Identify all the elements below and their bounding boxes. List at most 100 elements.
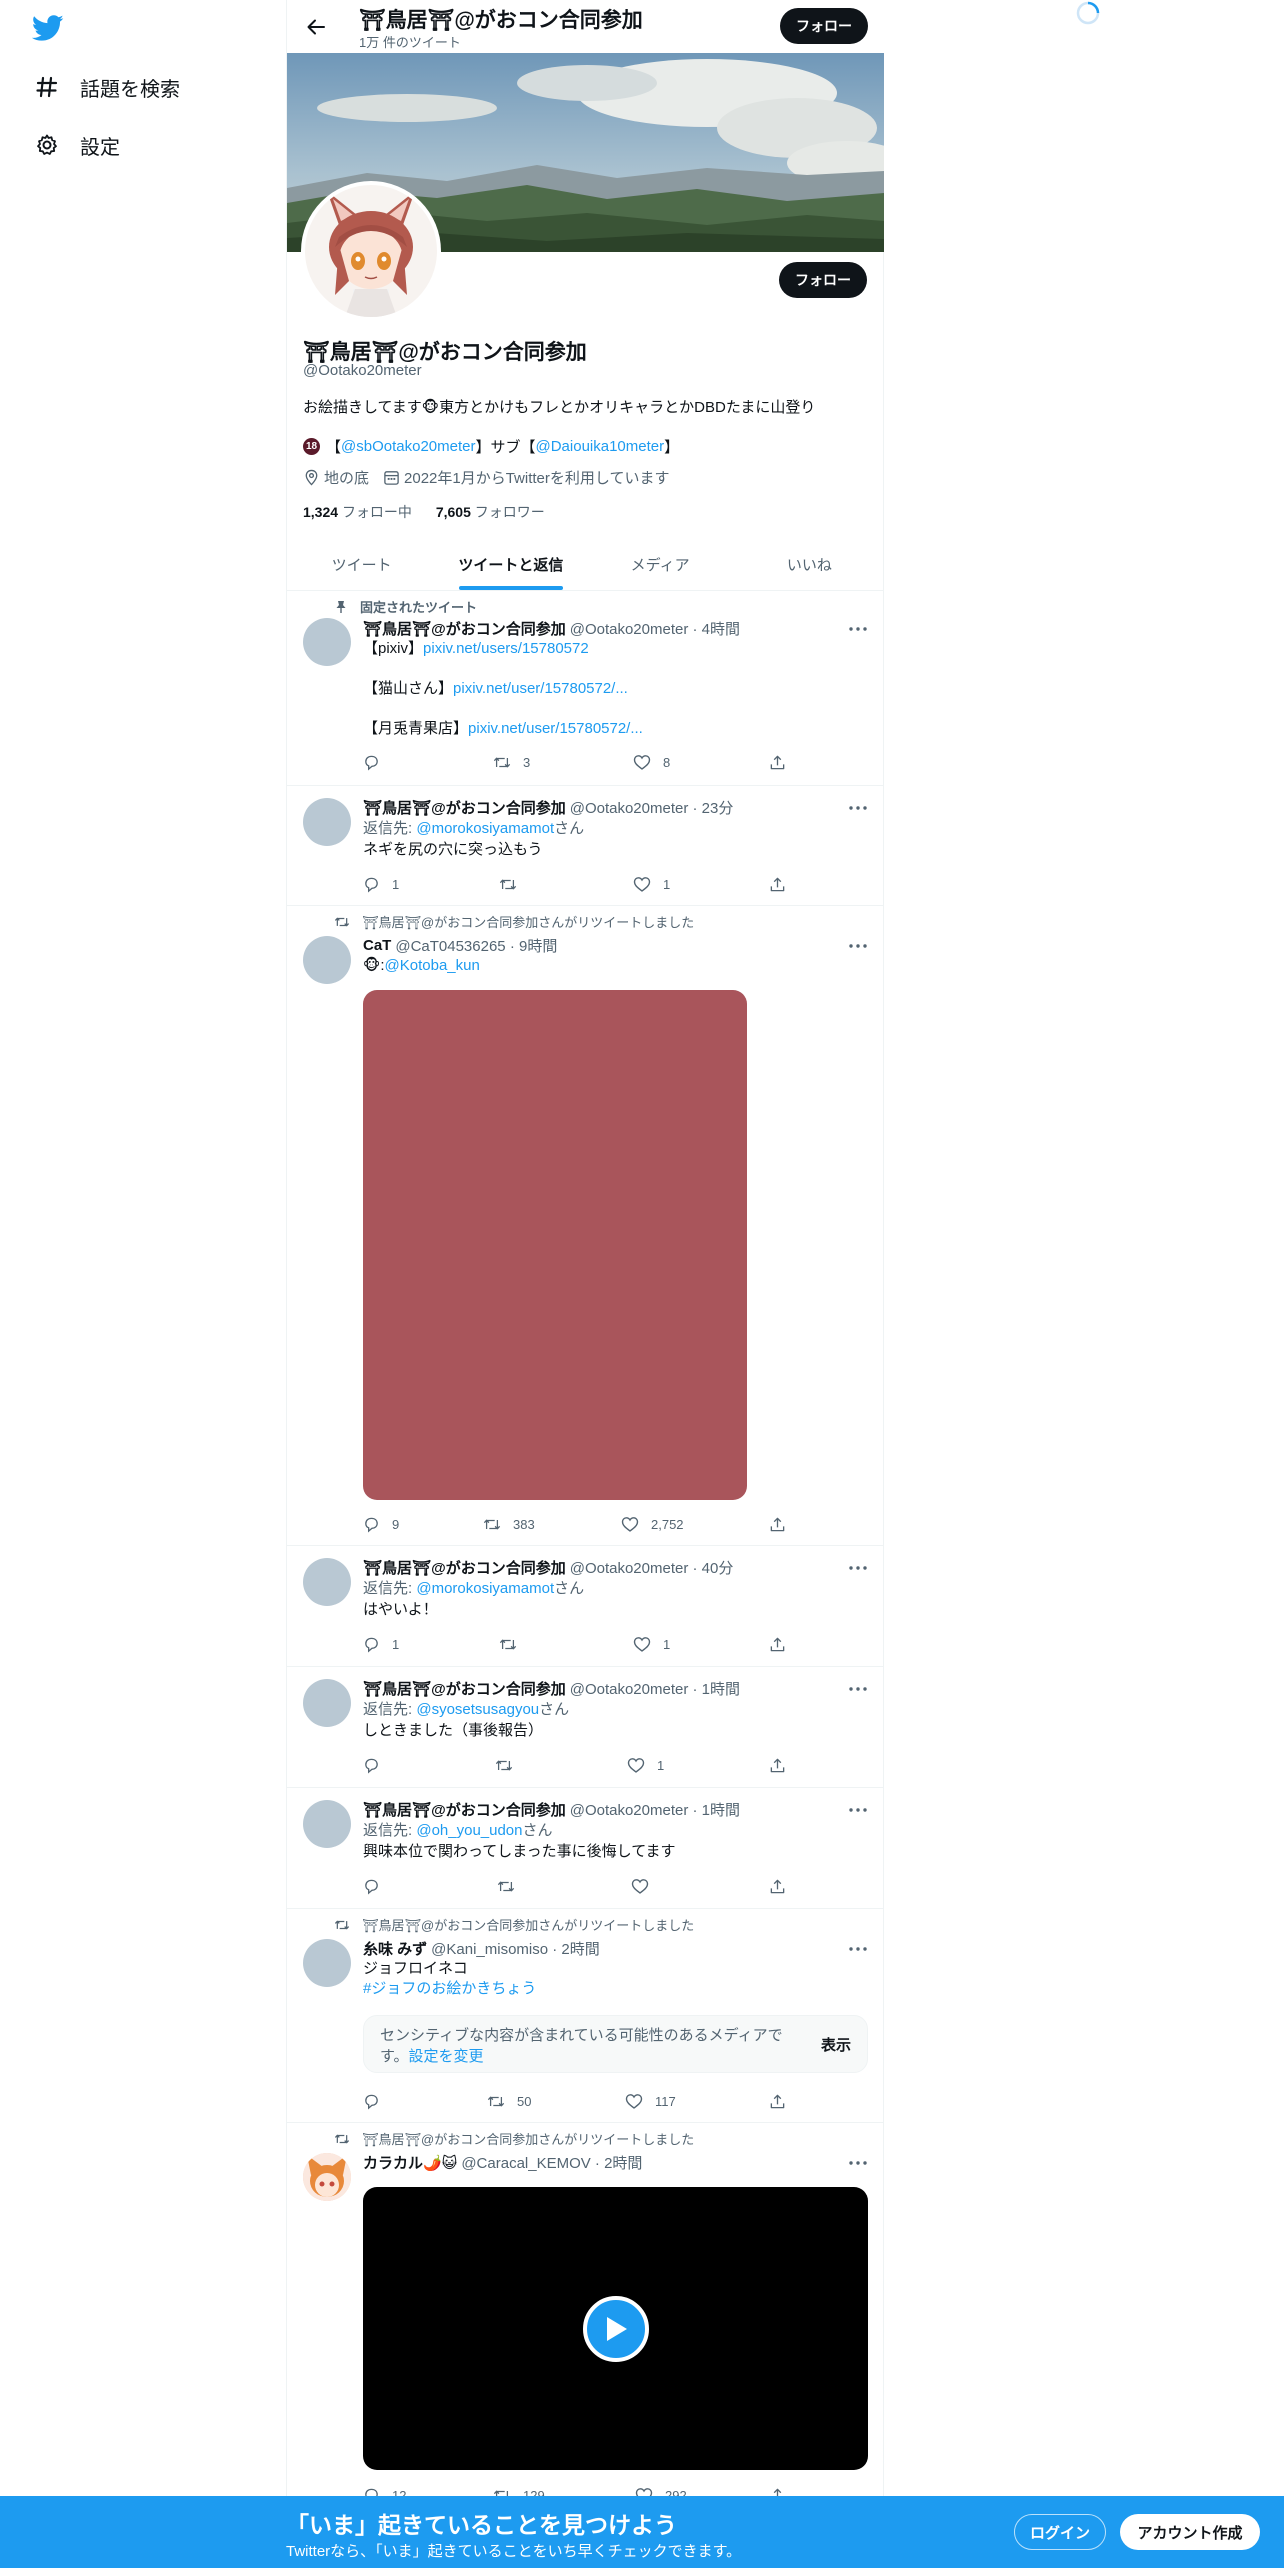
reply-button[interactable] — [363, 752, 392, 772]
main-account-link[interactable]: @sbOotako20meter — [341, 438, 475, 455]
avatar[interactable] — [303, 1558, 351, 1606]
retweet-button[interactable] — [499, 874, 529, 894]
reply-button[interactable]: 9 — [363, 1514, 399, 1534]
tweet-author-name[interactable]: ⛩鳥居⛩@がおコン合同参加 — [363, 797, 566, 818]
tweet-handle-time[interactable]: @Ootako20meter · 23分 — [570, 797, 734, 818]
pixiv-link[interactable]: pixiv.net/user/15780572/... — [453, 680, 628, 697]
tweet-author-name[interactable]: ⛩鳥居⛩@がおコン合同参加 — [363, 618, 566, 639]
heart-icon — [633, 1636, 651, 1652]
tweet-author-name[interactable]: ⛩鳥居⛩@がおコン合同参加 — [363, 1799, 566, 1820]
avatar[interactable] — [303, 618, 351, 666]
tab-media[interactable]: メディア — [586, 538, 735, 590]
avatar[interactable] — [303, 1800, 351, 1848]
tweet-author-name[interactable]: ⛩鳥居⛩@がおコン合同参加 — [363, 1678, 566, 1699]
avatar[interactable] — [303, 1679, 351, 1727]
tweet-author-name[interactable]: 糸味 みず — [363, 1938, 427, 1959]
like-button[interactable]: 1 — [633, 1634, 670, 1654]
create-account-button[interactable]: アカウント作成 — [1120, 2514, 1260, 2550]
retweet-button[interactable]: 50 — [487, 2091, 531, 2111]
avatar[interactable] — [303, 1939, 351, 1987]
tweet-media-image[interactable] — [363, 990, 747, 1500]
tweet-handle-time[interactable]: @Caracal_KEMOV · 2時間 — [461, 2152, 642, 2173]
tweet-text-line: 【pixiv】pixiv.net/users/15780572 — [363, 639, 868, 659]
retweet-icon — [334, 1920, 350, 1929]
retweet-button[interactable] — [497, 1876, 527, 1896]
like-button[interactable] — [631, 1876, 661, 1896]
tweet-video[interactable] — [363, 2187, 868, 2470]
tweet-item[interactable]: ⛩鳥居⛩@がおコン合同参加さんがリツイートしました 糸味 みず @Kani_mis… — [287, 1909, 884, 2123]
retweet-button[interactable]: 3 — [493, 752, 530, 772]
retweeted-by-label[interactable]: ⛩鳥居⛩@がおコン合同参加さんがリツイートしました — [362, 1915, 694, 1934]
login-button[interactable]: ログイン — [1014, 2514, 1106, 2550]
tweet-handle-time[interactable]: @Ootako20meter · 4時間 — [570, 618, 740, 639]
tweet-handle-time[interactable]: @Ootako20meter · 40分 — [570, 1557, 734, 1578]
play-icon[interactable] — [583, 2296, 649, 2362]
hashtag-link[interactable]: #ジョフのお絵かきちょう — [363, 1979, 868, 1999]
tweet-item[interactable]: ⛩鳥居⛩@がおコン合同参加 @Ootako20meter · 40分 返信先: @… — [287, 1546, 884, 1667]
tweet-author-name[interactable]: カラカル🌶️😺 — [363, 2152, 457, 2173]
nav-explore[interactable]: 話題を検索 — [34, 67, 180, 107]
tweet-item[interactable]: ⛩鳥居⛩@がおコン合同参加 @Ootako20meter · 23分 返信先: @… — [287, 786, 884, 906]
share-button[interactable] — [769, 1634, 798, 1654]
retweeted-by-label[interactable]: ⛩鳥居⛩@がおコン合同参加さんがリツイートしました — [362, 912, 694, 931]
tweet-author-name[interactable]: ⛩鳥居⛩@がおコン合同参加 — [363, 1557, 566, 1578]
tab-tweets-and-replies[interactable]: ツイートと返信 — [436, 538, 585, 590]
like-button[interactable]: 8 — [633, 752, 670, 772]
reply-to-link[interactable]: @oh_you_udon — [416, 1822, 522, 1839]
reply-to-link[interactable]: @morokosiyamamot — [416, 1580, 554, 1597]
retweet-button[interactable]: 383 — [483, 1514, 535, 1534]
like-button[interactable]: 1 — [633, 874, 670, 894]
following-link[interactable]: 1,324 フォロー中 — [303, 504, 412, 520]
share-button[interactable] — [769, 874, 798, 894]
tweet-item[interactable]: ⛩鳥居⛩@がおコン合同参加 @Ootako20meter · 1時間 返信先: @… — [287, 1667, 884, 1788]
tweet-item[interactable]: ⛩鳥居⛩@がおコン合同参加さんがリツイートしました CaT @CaT0453626… — [287, 906, 884, 1546]
tab-tweets[interactable]: ツイート — [287, 538, 436, 590]
tweet-item[interactable]: ⛩鳥居⛩@がおコン合同参加 @Ootako20meter · 1時間 返信先: @… — [287, 1788, 884, 1909]
retweeted-by-label[interactable]: ⛩鳥居⛩@がおコン合同参加さんがリツイートしました — [362, 2129, 694, 2148]
header-follow-button[interactable]: フォロー — [780, 8, 868, 44]
like-button[interactable]: 117 — [625, 2091, 676, 2111]
reply-button[interactable]: 1 — [363, 1634, 399, 1654]
like-button[interactable]: 1 — [627, 1755, 664, 1775]
change-settings-link[interactable]: 設定を変更 — [409, 2048, 484, 2065]
tweet-item[interactable]: ⛩鳥居⛩@がおコン合同参加さんがリツイートしました カラカル🌶️😺 @Caraca… — [287, 2123, 884, 2523]
reply-button[interactable] — [363, 1876, 392, 1896]
twitter-logo-icon[interactable] — [31, 12, 64, 44]
tweet-author-name[interactable]: CaT — [363, 937, 391, 954]
avatar[interactable] — [303, 798, 351, 846]
tweet-actions: 50 117 — [363, 2091, 793, 2111]
tab-likes[interactable]: いいね — [735, 538, 884, 590]
show-media-button[interactable]: 表示 — [821, 2034, 851, 2055]
tweet-handle-time[interactable]: @Ootako20meter · 1時間 — [570, 1678, 740, 1699]
back-button[interactable] — [299, 10, 333, 44]
share-button[interactable] — [769, 1514, 798, 1534]
share-button[interactable] — [769, 752, 798, 772]
share-button[interactable] — [769, 1755, 798, 1775]
reply-button[interactable]: 1 — [363, 874, 399, 894]
reply-button[interactable] — [363, 2091, 392, 2111]
profile-follow-button[interactable]: フォロー — [779, 262, 867, 298]
tweet-handle-time[interactable]: @Ootako20meter · 1時間 — [570, 1799, 740, 1820]
retweet-button[interactable] — [495, 1755, 525, 1775]
tweet-item[interactable]: 固定されたツイート ⛩鳥居⛩@がおコン合同参加 @Ootako20meter · … — [287, 591, 884, 786]
retweet-button[interactable] — [499, 1634, 529, 1654]
pixiv-link[interactable]: pixiv.net/users/15780572 — [423, 640, 589, 657]
tweet-handle-time[interactable]: @CaT04536265 · 9時間 — [395, 935, 557, 956]
tweet-handle-time[interactable]: @Kani_misomiso · 2時間 — [431, 1938, 600, 1959]
avatar[interactable] — [303, 2153, 351, 2201]
share-button[interactable] — [769, 2091, 798, 2111]
reply-button[interactable] — [363, 1755, 392, 1775]
like-button[interactable]: 2,752 — [621, 1514, 684, 1534]
sub-account-link[interactable]: @Daiouika10meter — [536, 438, 665, 455]
avatar[interactable] — [303, 936, 351, 984]
hashtag-icon — [34, 74, 60, 100]
share-button[interactable] — [769, 1876, 798, 1896]
reply-to-link[interactable]: @syosetsusagyou — [416, 1701, 539, 1718]
nav-settings[interactable]: 設定 — [34, 125, 120, 165]
pixiv-link[interactable]: pixiv.net/user/15780572/... — [468, 720, 643, 737]
profile-header-bar: ⛩鳥居⛩@がおコン合同参加 1万 件のツイート フォロー — [287, 0, 884, 53]
followers-link[interactable]: 7,605 フォロワー — [436, 504, 545, 520]
mention-link[interactable]: @Kotoba_kun — [385, 957, 480, 974]
reply-to-link[interactable]: @morokosiyamamot — [416, 820, 554, 837]
profile-avatar[interactable] — [301, 181, 441, 321]
